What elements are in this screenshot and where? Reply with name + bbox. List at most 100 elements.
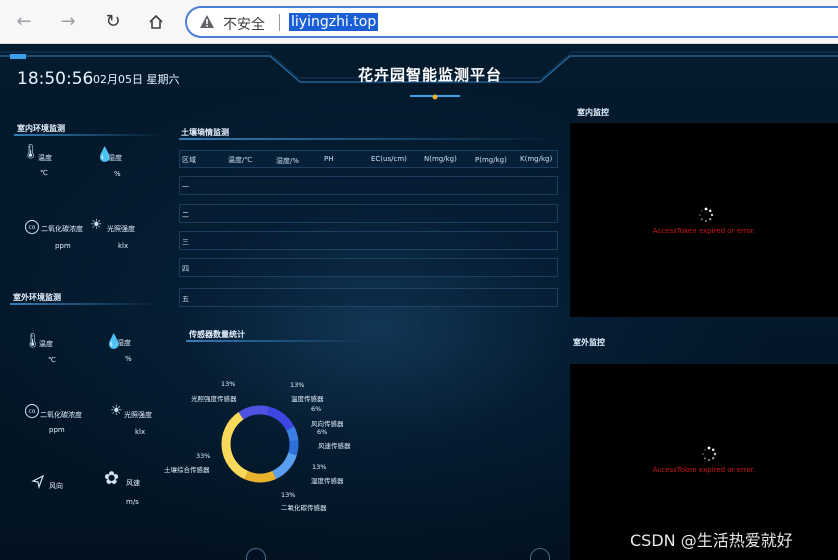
sensor-unit: ppm — [49, 426, 65, 434]
table-header: 区域 温度/℃ 湿度/% PH EC(us/cm) N(mg/kg) P(mg/… — [179, 150, 558, 168]
outdoor-humidity: 💧 湿度 % — [105, 335, 175, 371]
clock: 18:50:56 — [17, 69, 94, 89]
sensor-stats-title: 传感器数量统计 — [189, 330, 245, 339]
sensor-unit: % — [114, 170, 121, 178]
indoor-video-player[interactable]: AccessToken expired or error. — [570, 123, 838, 317]
sensor-label: 风向 — [49, 482, 63, 490]
sensor-label: 温度 — [39, 340, 53, 348]
sensor-donut-chart — [221, 405, 299, 483]
donut-slice-0[interactable] — [267, 406, 295, 431]
row-label: 二 — [182, 211, 189, 219]
outdoor-light: ☀ 光照强度 klx — [110, 404, 190, 440]
sensor-label: 光照强度 — [124, 411, 152, 419]
column-header: PH — [324, 155, 334, 163]
slice-name-label: 二氧化碳传感器 — [281, 504, 327, 512]
back-arrow-icon[interactable]: ← — [12, 10, 36, 34]
home-icon[interactable] — [144, 10, 168, 34]
browser-toolbar: ← → ↻ 不安全 liyingzhi.top — [0, 0, 838, 44]
indoor-env-title: 室内环境监测 — [17, 124, 65, 133]
divider — [279, 14, 280, 31]
slice-percent-label: 13% — [221, 380, 236, 388]
slice-name-label: 光照强度传感器 — [191, 395, 237, 403]
outdoor-monitor-title: 室外监控 — [573, 338, 605, 347]
table-row: 四 — [179, 258, 558, 277]
donut-slice-4[interactable] — [244, 470, 277, 483]
sensor-label: 温度 — [38, 154, 52, 162]
sensor-unit: ℃ — [40, 169, 48, 177]
donut-slice-2[interactable] — [288, 440, 299, 456]
soil-title: 土壤墒情监测 — [181, 128, 229, 137]
sensor-label: 湿度 — [108, 154, 122, 162]
column-header: EC(us/cm) — [371, 155, 407, 163]
sensor-unit: klx — [135, 428, 146, 436]
row-label: 一 — [182, 183, 189, 191]
sun-icon: ☀ — [110, 403, 123, 419]
warning-icon[interactable] — [199, 14, 215, 30]
sensor-unit: m/s — [126, 498, 139, 506]
wind-direction-icon — [31, 474, 45, 492]
donut-slice-5[interactable] — [221, 412, 249, 480]
sensor-label: 二氧化碳浓度 — [41, 225, 83, 233]
section-underline — [179, 138, 559, 140]
dashboard: 18:50:56 02月05日 星期六 花卉园智能监测平台 室内环境监测 🌡 温… — [0, 44, 838, 560]
outdoor-wind-direction: 风向 — [31, 474, 91, 499]
outdoor-co2: co 二氧化碳浓度 ppm — [25, 404, 105, 440]
page-title: 花卉园智能监测平台 — [357, 66, 502, 84]
sensor-label: 光照强度 — [107, 225, 135, 233]
slice-name-label: 温度传感器 — [291, 395, 324, 403]
column-header: K(mg/kg) — [520, 155, 553, 163]
slice-percent-label: 13% — [290, 381, 305, 389]
indoor-temperature: 🌡 温度 ℃ — [22, 145, 92, 185]
row-label: 三 — [182, 238, 189, 246]
outdoor-wind-speed: ✿ 风速 m/s — [104, 468, 184, 508]
indoor-monitor-title: 室内监控 — [577, 108, 609, 117]
table-row: 一 — [179, 176, 558, 195]
table-row: 二 — [179, 204, 558, 223]
slice-name-label: 风向传感器 — [311, 420, 344, 428]
column-header: N(mg/kg) — [424, 155, 457, 163]
sensor-unit: % — [125, 355, 132, 363]
table-row: 三 — [179, 231, 558, 250]
slice-name-label: 湿度传感器 — [311, 477, 344, 485]
slice-percent-label: 6% — [317, 428, 328, 436]
sensor-unit: ppm — [55, 242, 71, 250]
donut-slice-1[interactable] — [286, 426, 299, 442]
donut-slice-6[interactable] — [238, 405, 270, 420]
outdoor-env-title: 室外环境监测 — [13, 293, 61, 302]
date: 02月05日 星期六 — [93, 73, 180, 86]
column-header: 区域 — [182, 156, 196, 164]
sensor-label: 二氧化碳浓度 — [40, 411, 82, 419]
section-underline — [14, 134, 164, 136]
slice-percent-label: 33% — [196, 452, 211, 460]
reload-icon[interactable]: ↻ — [101, 10, 125, 34]
section-underline — [186, 340, 366, 342]
slice-percent-label: 6% — [311, 405, 322, 413]
sensor-unit: ℃ — [48, 356, 56, 364]
table-row: 五 — [179, 288, 558, 307]
donut-slice-3[interactable] — [272, 452, 297, 479]
slice-percent-label: 13% — [281, 491, 296, 499]
indoor-light: ☀ 光照强度 klx — [90, 218, 170, 258]
row-label: 五 — [182, 295, 189, 303]
error-message: AccessToken expired or error. — [652, 466, 756, 474]
column-header: 温度/℃ — [228, 156, 253, 164]
forward-arrow-icon[interactable]: → — [56, 10, 80, 34]
slice-percent-label: 13% — [312, 463, 327, 471]
watermark: CSDN @生活热爱就好 — [630, 531, 793, 550]
loading-spinner-icon — [702, 446, 717, 461]
column-header: P(mg/kg) — [475, 156, 507, 164]
row-label: 四 — [182, 265, 189, 273]
url-text[interactable]: liyingzhi.top — [289, 13, 379, 31]
loading-spinner-icon — [699, 207, 714, 222]
section-underline — [10, 303, 160, 305]
insecure-label[interactable]: 不安全 — [223, 14, 265, 34]
slice-name-label: 土壤综合传感器 — [164, 466, 210, 474]
sensor-label: 湿度 — [117, 339, 131, 347]
indoor-humidity: 💧 湿度 % — [96, 148, 166, 188]
co2-icon: co — [25, 220, 39, 234]
address-bar[interactable]: 不安全 liyingzhi.top — [185, 6, 838, 38]
co2-icon: co — [25, 404, 39, 418]
fan-icon: ✿ — [104, 468, 120, 489]
sensor-label: 风速 — [126, 479, 140, 487]
outdoor-temperature: 🌡 温度 ℃ — [24, 334, 94, 370]
